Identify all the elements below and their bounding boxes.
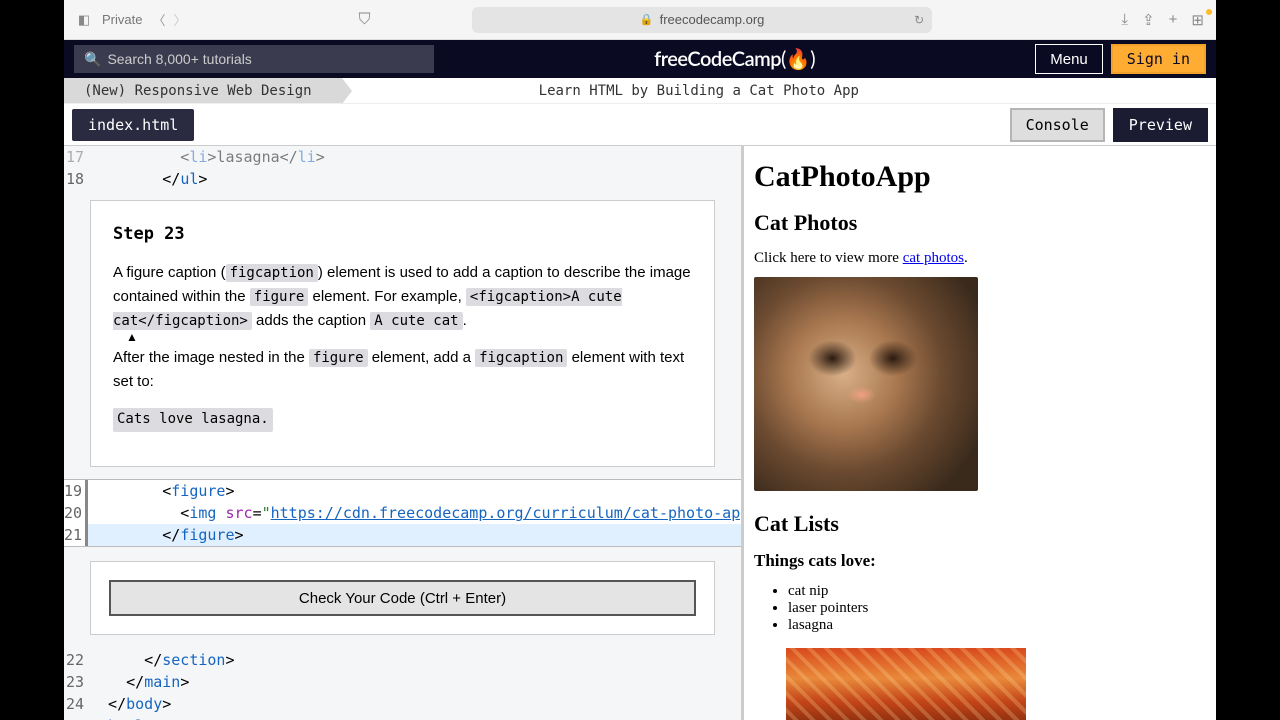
sidebar-icon[interactable]: ◧: [76, 12, 92, 28]
reload-icon[interactable]: ↻: [914, 13, 924, 27]
preview-button[interactable]: Preview: [1113, 108, 1208, 142]
console-button[interactable]: Console: [1010, 108, 1105, 142]
preview-h2-photos: Cat Photos: [754, 210, 1206, 236]
cat-image[interactable]: [754, 277, 978, 491]
list-item: lasagna: [788, 617, 1206, 634]
editable-region[interactable]: 19 <figure> 20 <img src="https://cdn.fre…: [64, 479, 741, 547]
download-icon[interactable]: ⤓: [1121, 11, 1128, 29]
forward-button[interactable]: 〉: [173, 10, 186, 29]
preview-h1: CatPhotoApp: [754, 160, 1206, 194]
private-label: Private: [102, 12, 142, 27]
instruction-code: Cats love lasagna.: [113, 408, 273, 432]
lasagna-image[interactable]: [786, 648, 1026, 720]
back-button[interactable]: 〈: [152, 10, 165, 29]
preview-h2-lists: Cat Lists: [754, 511, 1206, 537]
breadcrumb-lesson[interactable]: Learn HTML by Building a Cat Photo App: [342, 78, 1216, 103]
new-tab-icon[interactable]: +: [1169, 11, 1178, 29]
site-header: 🔍 Search 8,000+ tutorials freeCodeCamp(🔥…: [64, 40, 1216, 78]
menu-button[interactable]: Menu: [1035, 44, 1103, 74]
step-title: Step 23: [113, 221, 692, 247]
editor-tabs: index.html Console Preview: [64, 104, 1216, 146]
check-code-button[interactable]: Check Your Code (Ctrl + Enter): [109, 580, 696, 616]
url-domain: freecodecamp.org: [660, 12, 765, 27]
instruction-text-2: After the image nested in the figure ele…: [113, 346, 692, 393]
shield-icon[interactable]: ⛉: [357, 11, 373, 29]
editor-pane[interactable]: 17 <li>lasagna</li> 18 </ul> Step 23 A f…: [64, 146, 744, 720]
preview-h3: Things cats love:: [754, 551, 1206, 571]
signin-button[interactable]: Sign in: [1111, 44, 1206, 74]
file-tab[interactable]: index.html: [72, 109, 194, 141]
url-bar[interactable]: 🔒 freecodecamp.org ↻: [472, 7, 932, 33]
search-placeholder: Search 8,000+ tutorials: [107, 51, 251, 67]
breadcrumb: (New) Responsive Web Design Learn HTML b…: [64, 78, 1216, 104]
list-item: cat nip: [788, 583, 1206, 600]
share-icon[interactable]: ⇪: [1142, 11, 1155, 29]
check-panel: Check Your Code (Ctrl + Enter): [90, 561, 715, 635]
window-controls[interactable]: [1206, 2, 1212, 20]
breadcrumb-course[interactable]: (New) Responsive Web Design: [64, 78, 342, 103]
site-logo[interactable]: freeCodeCamp(🔥): [654, 47, 815, 71]
lock-icon: 🔒: [640, 13, 654, 26]
browser-toolbar: ◧ Private 〈 〉 ⛉ 🔒 freecodecamp.org ↻ ⤓ ⇪…: [64, 0, 1216, 40]
search-input[interactable]: 🔍 Search 8,000+ tutorials: [74, 45, 434, 73]
preview-pane: CatPhotoApp Cat Photos Click here to vie…: [744, 146, 1216, 720]
cat-photos-link[interactable]: cat photos: [903, 250, 964, 266]
search-icon: 🔍: [84, 51, 101, 68]
tabs-icon[interactable]: ⊞: [1191, 11, 1204, 29]
instruction-text-1: A figure caption (figcaption) element is…: [113, 261, 692, 332]
instruction-panel: Step 23 A figure caption (figcaption) el…: [90, 200, 715, 467]
love-list: cat nip laser pointers lasagna: [754, 583, 1206, 634]
preview-paragraph: Click here to view more cat photos.: [754, 250, 1206, 267]
list-item: laser pointers: [788, 600, 1206, 617]
